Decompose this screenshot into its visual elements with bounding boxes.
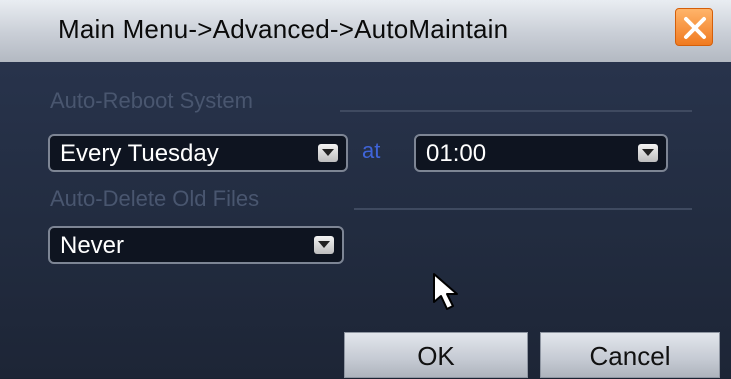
cancel-button[interactable]: Cancel xyxy=(540,332,720,378)
mouse-cursor-icon xyxy=(433,273,458,310)
section-divider xyxy=(354,208,692,210)
close-icon xyxy=(684,17,706,39)
section-divider xyxy=(340,110,692,112)
close-button[interactable] xyxy=(675,8,713,46)
title-bar: Main Menu->Advanced->AutoMaintain xyxy=(0,0,731,62)
chevron-down-icon xyxy=(638,144,658,162)
reboot-time-select[interactable]: 01:00 xyxy=(414,134,668,172)
at-label: at xyxy=(362,138,381,163)
auto-reboot-label: Auto-Reboot System xyxy=(50,88,253,113)
chevron-down-icon xyxy=(318,144,338,162)
reboot-day-select[interactable]: Every Tuesday xyxy=(48,134,348,172)
reboot-time-value: 01:00 xyxy=(426,140,487,167)
chevron-down-icon xyxy=(314,236,334,254)
auto-delete-value: Never xyxy=(60,232,125,259)
ok-button[interactable]: OK xyxy=(344,332,528,378)
window-title: Main Menu->Advanced->AutoMaintain xyxy=(58,14,509,44)
reboot-day-value: Every Tuesday xyxy=(60,140,219,167)
auto-delete-label: Auto-Delete Old Files xyxy=(50,186,260,211)
automaintain-dialog: Main Menu->Advanced->AutoMaintain Auto-R… xyxy=(0,0,731,378)
auto-delete-select[interactable]: Never xyxy=(48,226,344,264)
